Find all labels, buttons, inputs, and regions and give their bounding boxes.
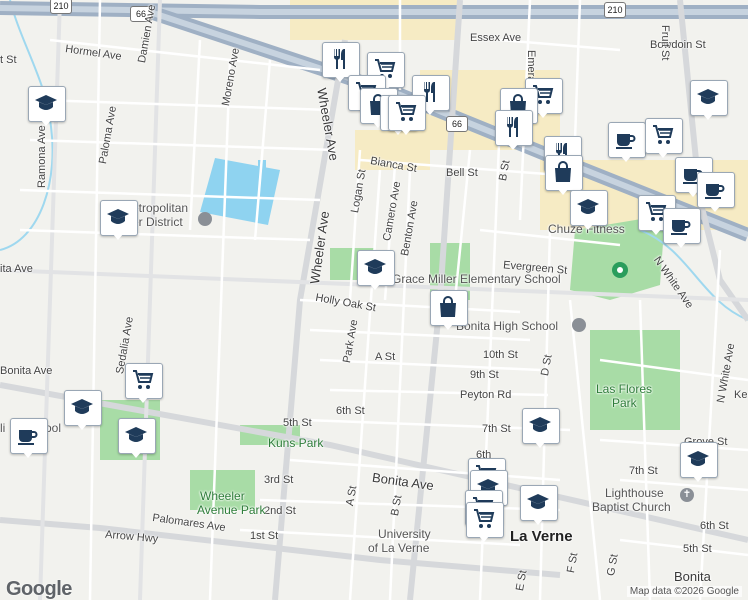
place-label: er District bbox=[132, 215, 183, 229]
street-label: 2nd St bbox=[264, 505, 296, 517]
school-pin[interactable] bbox=[100, 200, 138, 242]
pin-tail bbox=[657, 151, 669, 158]
map-data-attribution[interactable]: Map data ©2026 Google bbox=[626, 586, 742, 597]
coffee-pin[interactable] bbox=[10, 418, 48, 460]
street-label: ita Ave bbox=[0, 263, 33, 275]
shopping-cart-pin[interactable] bbox=[388, 95, 426, 137]
street-label: A St bbox=[375, 351, 396, 363]
park-label: Park bbox=[612, 396, 637, 410]
interstate-210-shield: 210 bbox=[604, 2, 626, 18]
pin-tail bbox=[537, 111, 549, 118]
restaurant-pin[interactable] bbox=[495, 110, 533, 152]
shopping-cart-pin[interactable] bbox=[125, 363, 163, 405]
interstate-210-shield: 210 bbox=[50, 0, 72, 14]
pin-tail bbox=[137, 396, 149, 403]
google-logo: Google bbox=[6, 578, 72, 600]
route-66-shield: 66 bbox=[446, 116, 468, 132]
landmark-icon bbox=[198, 212, 212, 226]
landmark-icon bbox=[572, 318, 586, 332]
school-pin[interactable] bbox=[570, 190, 608, 232]
pin-tail bbox=[112, 233, 124, 240]
street-label: Bonita Ave bbox=[0, 365, 53, 377]
pin-tail bbox=[675, 241, 687, 248]
place-label: University bbox=[378, 527, 431, 541]
map-canvas[interactable]: 210 210 66 66 Essex Ave Bowdoin St Fruit… bbox=[0, 0, 748, 600]
shopping-cart-pin[interactable] bbox=[466, 502, 504, 544]
school-pin[interactable] bbox=[690, 80, 728, 122]
pin-tail bbox=[442, 323, 454, 330]
street-label: Ramona Ave bbox=[36, 125, 48, 188]
school-pin[interactable] bbox=[64, 390, 102, 432]
street-label: 7th St bbox=[629, 465, 658, 477]
pin-tail bbox=[400, 128, 412, 135]
coffee-pin[interactable] bbox=[697, 172, 735, 214]
place-label: etropolitan bbox=[132, 201, 189, 215]
park-label: Las Flores bbox=[596, 382, 653, 396]
pin-tail bbox=[702, 113, 714, 120]
pin-tail bbox=[76, 423, 88, 430]
place-label: Lighthouse bbox=[605, 486, 664, 500]
street-label: 7th St bbox=[482, 423, 511, 435]
street-label: 9th St bbox=[470, 369, 499, 381]
street-label: 6th St bbox=[336, 405, 365, 417]
pin-tail bbox=[620, 155, 632, 162]
street-label: 5th St bbox=[283, 417, 312, 429]
pin-tail bbox=[532, 518, 544, 525]
shopping-cart-pin[interactable] bbox=[645, 118, 683, 160]
church-icon: ✝ bbox=[680, 488, 694, 502]
pin-tail bbox=[557, 188, 569, 195]
coffee-pin[interactable] bbox=[608, 122, 646, 164]
pin-tail bbox=[709, 205, 721, 212]
pin-tail bbox=[478, 535, 490, 542]
school-pin[interactable] bbox=[357, 250, 395, 292]
street-label: Bell St bbox=[446, 167, 478, 179]
street-label: 3rd St bbox=[264, 474, 294, 486]
school-pin[interactable] bbox=[118, 418, 156, 460]
street-label: Peyton Rd bbox=[460, 389, 512, 401]
school-pin[interactable] bbox=[680, 442, 718, 484]
pin-tail bbox=[130, 451, 142, 458]
street-label: t St bbox=[0, 54, 17, 66]
pin-tail bbox=[692, 475, 704, 482]
place-label: Grace Miller Elementary School bbox=[392, 272, 561, 286]
pin-tail bbox=[22, 451, 34, 458]
street-label: 10th St bbox=[483, 349, 518, 361]
school-pin[interactable] bbox=[28, 86, 66, 128]
pin-tail bbox=[40, 119, 52, 126]
pin-tail bbox=[650, 228, 662, 235]
street-label: Bonita bbox=[674, 569, 711, 584]
pin-tail bbox=[534, 441, 546, 448]
street-label: 6th St bbox=[700, 520, 729, 532]
place-label: Bonita High School bbox=[456, 319, 559, 333]
city-label: La Verne bbox=[510, 528, 573, 545]
school-pin[interactable] bbox=[522, 408, 560, 450]
place-label: li bbox=[0, 421, 6, 435]
street-label: 1st St bbox=[250, 530, 279, 542]
pin-tail bbox=[334, 75, 346, 82]
park-label: Wheeler bbox=[200, 489, 245, 503]
pin-tail bbox=[582, 223, 594, 230]
street-label: Fruit St bbox=[659, 25, 671, 61]
street-label: Essex Ave bbox=[470, 32, 522, 44]
park-label: Avenue Park bbox=[197, 503, 266, 517]
street-label: 5th St bbox=[683, 543, 712, 555]
park-label: Kuns Park bbox=[268, 436, 324, 450]
place-label: Baptist Church bbox=[592, 500, 671, 514]
coffee-pin[interactable] bbox=[663, 208, 701, 250]
school-pin[interactable] bbox=[520, 485, 558, 527]
pin-tail bbox=[507, 143, 519, 150]
street-label: Ke bbox=[734, 389, 748, 401]
place-label: of La Verne bbox=[368, 541, 430, 555]
pin-tail bbox=[369, 283, 381, 290]
shopping-bag-pin[interactable] bbox=[430, 290, 468, 332]
